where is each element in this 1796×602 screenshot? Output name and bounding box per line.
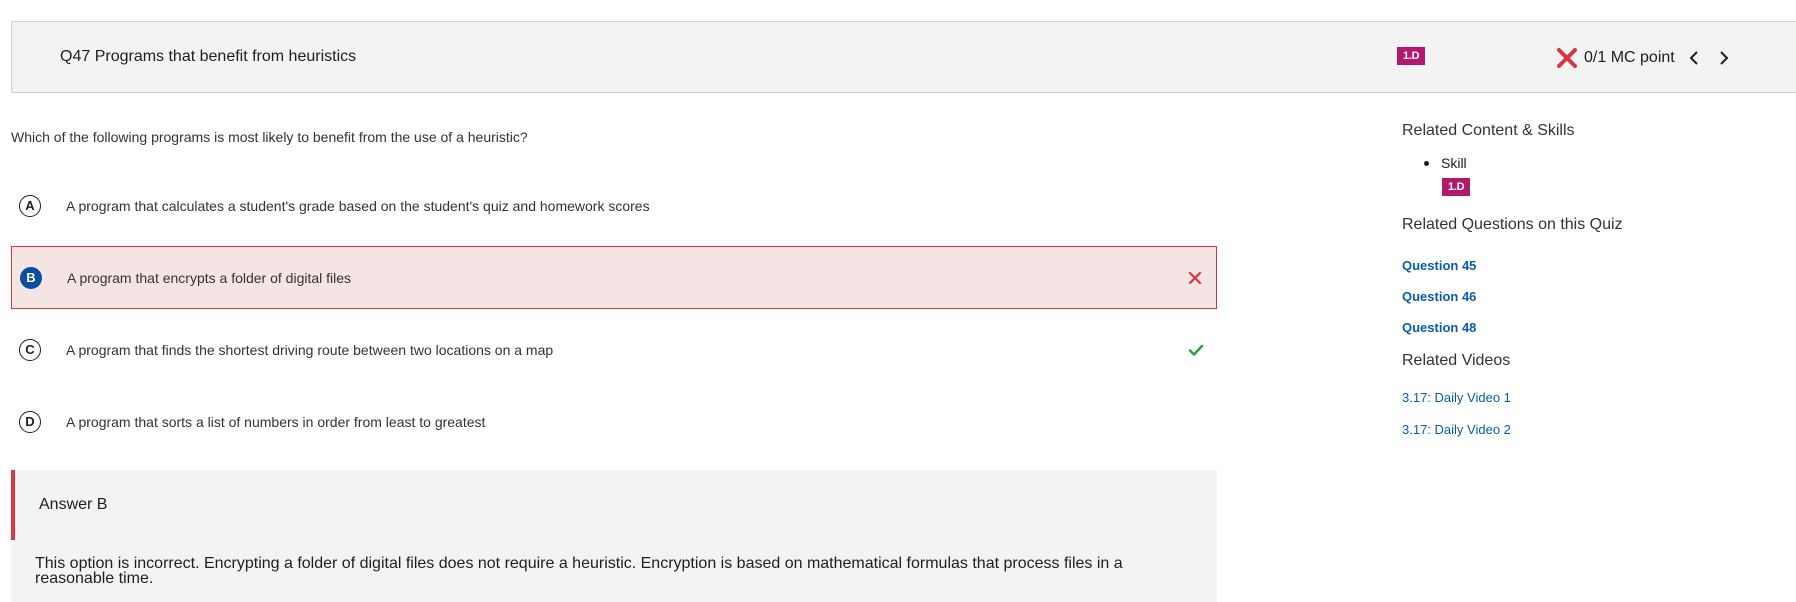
- related-video-link[interactable]: 3.17: Daily Video 1: [1402, 390, 1511, 405]
- question-prompt: Which of the following programs is most …: [11, 129, 528, 145]
- question-title: Q47 Programs that benefit from heuristic…: [60, 48, 357, 65]
- skill-label: Skill: [1441, 155, 1467, 171]
- bullet-dot: [1424, 160, 1429, 166]
- score-text: 0/1 MC point: [1584, 49, 1675, 66]
- sidebar-skill-badge[interactable]: 1.D: [1442, 178, 1471, 196]
- related-question-link[interactable]: Question 48: [1402, 320, 1476, 335]
- x-mark-icon: [1188, 271, 1202, 284]
- option-text: A program that encrypts a folder of digi…: [67, 269, 352, 286]
- option-letter: B: [20, 266, 42, 289]
- related-video-link[interactable]: 3.17: Daily Video 2: [1402, 422, 1511, 437]
- chevron-right-icon: [1720, 51, 1729, 65]
- score-area: 0/1 MC point: [1556, 46, 1735, 70]
- option-letter: C: [19, 338, 41, 361]
- option-letter: A: [19, 194, 41, 217]
- option-text: A program that sorts a list of numbers i…: [66, 413, 486, 430]
- next-question-button[interactable]: [1713, 47, 1735, 69]
- related-questions-heading: Related Questions on this Quiz: [1402, 216, 1623, 233]
- related-question-link[interactable]: Question 45: [1402, 258, 1476, 273]
- chevron-left-icon: [1689, 51, 1698, 65]
- option-a[interactable]: A A program that calculates a student's …: [11, 174, 1217, 237]
- option-text: A program that calculates a student's gr…: [66, 197, 650, 214]
- incorrect-indicator-bar: [11, 470, 15, 540]
- check-icon: [1188, 344, 1204, 356]
- related-videos-heading: Related Videos: [1402, 352, 1511, 369]
- option-b[interactable]: B A program that encrypts a folder of di…: [11, 246, 1217, 309]
- answer-explanation-panel: Answer B This option is incorrect. Encry…: [11, 470, 1217, 602]
- skill-list-item: Skill: [1424, 155, 1467, 171]
- option-letter: D: [19, 410, 41, 433]
- option-d[interactable]: D A program that sorts a list of numbers…: [11, 390, 1217, 453]
- x-icon: [1557, 48, 1577, 68]
- skill-badge[interactable]: 1.D: [1397, 47, 1426, 65]
- question-header: Q47 Programs that benefit from heuristic…: [11, 21, 1796, 93]
- option-c[interactable]: C A program that finds the shortest driv…: [11, 318, 1217, 381]
- related-question-link[interactable]: Question 46: [1402, 289, 1476, 304]
- related-content-heading: Related Content & Skills: [1402, 122, 1575, 139]
- answer-explanation-text: This option is incorrect. Encrypting a f…: [35, 555, 1123, 587]
- option-text: A program that finds the shortest drivin…: [66, 341, 554, 358]
- previous-question-button[interactable]: [1683, 47, 1705, 69]
- answer-title: Answer B: [39, 496, 108, 513]
